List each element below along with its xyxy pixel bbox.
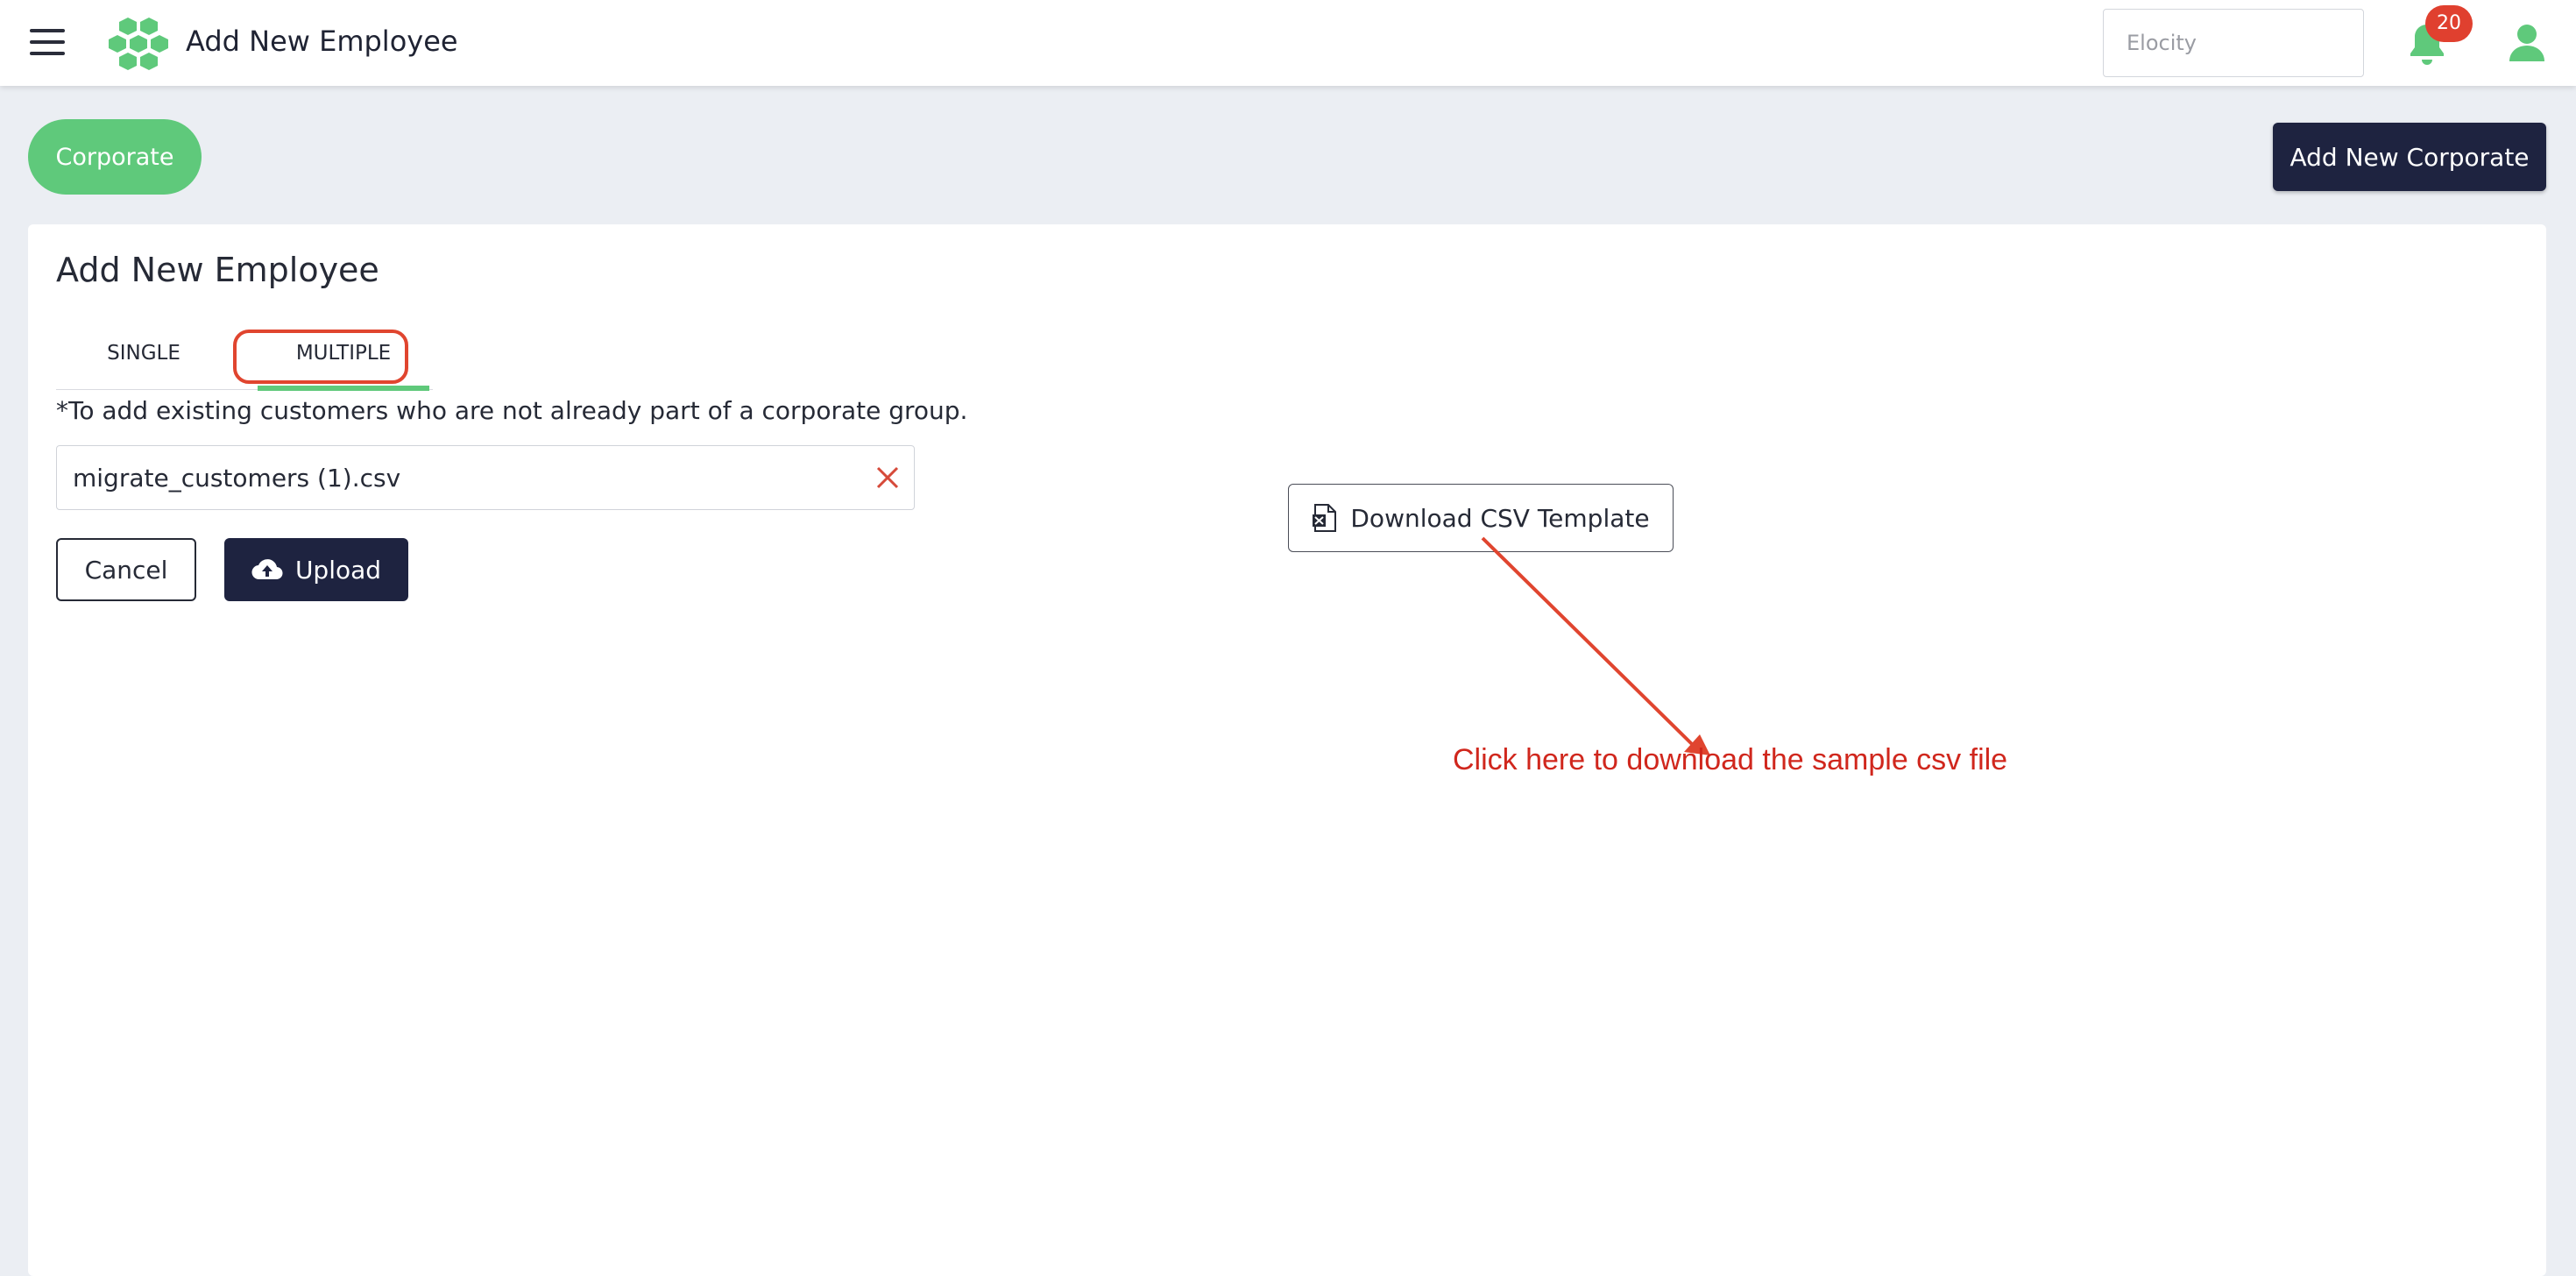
upload-label: Upload: [294, 555, 382, 585]
excel-file-icon: [1313, 504, 1337, 532]
download-label: Download CSV Template: [1350, 503, 1650, 533]
top-bar: Add New Employee 20: [0, 0, 2576, 86]
active-tab-indicator: [258, 386, 429, 391]
add-employee-card: Add New Employee SINGLE MULTIPLE *To add…: [28, 224, 2546, 1276]
annotation-text: Click here to download the sample csv fi…: [1453, 743, 2008, 776]
corporate-button[interactable]: Corporate: [28, 119, 202, 195]
user-icon[interactable]: [2508, 23, 2546, 63]
app-title: Add New Employee: [186, 25, 458, 58]
download-csv-template-button[interactable]: Download CSV Template: [1288, 484, 1674, 552]
menu-icon[interactable]: [30, 29, 65, 55]
close-icon[interactable]: [874, 464, 902, 492]
card-title: Add New Employee: [56, 251, 379, 289]
add-new-corporate-button[interactable]: Add New Corporate: [2273, 123, 2546, 191]
file-name: migrate_customers (1).csv: [73, 464, 401, 493]
upload-button[interactable]: Upload: [224, 538, 408, 601]
hexagon-logo: [109, 18, 168, 70]
file-field[interactable]: migrate_customers (1).csv: [56, 445, 915, 510]
tab-single[interactable]: SINGLE: [56, 317, 231, 389]
tenant-search-input[interactable]: [2103, 9, 2364, 77]
cloud-upload-icon: [251, 559, 283, 580]
tab-highlight-annotation: [233, 330, 408, 384]
helper-note: *To add existing customers who are not a…: [56, 396, 968, 425]
cancel-button[interactable]: Cancel: [56, 538, 196, 601]
notification-badge: 20: [2425, 5, 2473, 42]
